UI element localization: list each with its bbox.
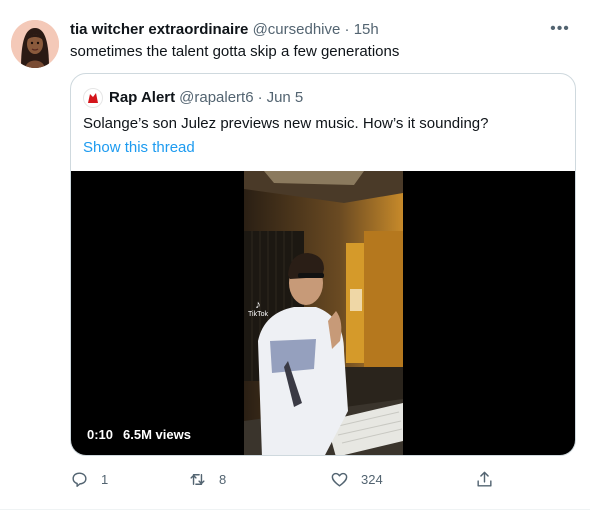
display-name[interactable]: tia witcher extraordinaire [70, 21, 248, 38]
tiktok-label: TikTok [248, 311, 268, 318]
separator: · [257, 89, 263, 106]
reply-count: 1 [101, 471, 109, 487]
like-icon [331, 472, 348, 487]
quoted-date: Jun 5 [266, 89, 304, 106]
separator: · [344, 21, 350, 38]
retweet-icon [190, 473, 205, 485]
like-button[interactable]: 324 [330, 467, 383, 491]
video-elapsed-time: 0:10 [87, 427, 114, 442]
video-stats: 0:10 6.5M views [87, 427, 191, 443]
quoted-display-name: Rap Alert [109, 89, 176, 106]
quoted-tweet-header: Rap Alert @rapalert6 · Jun 5 [83, 88, 303, 108]
retweet-button[interactable]: 8 [188, 467, 226, 491]
rap-alert-logo [83, 88, 103, 108]
tiktok-icon: ♪ [255, 299, 261, 311]
share-icon [477, 471, 492, 487]
timestamp[interactable]: 15h [354, 21, 379, 38]
show-thread-link[interactable]: Show this thread [83, 138, 195, 158]
tweet[interactable]: tia witcher extraordinaire @cursedhive ·… [0, 0, 590, 510]
share-button[interactable] [475, 467, 506, 491]
quoted-user-handle: @rapalert6 [179, 89, 254, 106]
reply-button[interactable]: 1 [70, 467, 108, 491]
tweet-header: tia witcher extraordinaire @cursedhive ·… [70, 20, 379, 40]
avatar[interactable] [11, 20, 59, 68]
avatar-illustration [11, 20, 59, 68]
more-icon: ••• [550, 20, 570, 37]
like-count: 324 [361, 471, 383, 487]
more-button[interactable]: ••• [548, 18, 572, 40]
retweet-count: 8 [219, 471, 227, 487]
video-player[interactable]: ♪ TikTok 0:10 6.5M views [71, 171, 575, 455]
reply-icon [72, 471, 87, 487]
tweet-actions: 1 8 324 [70, 467, 510, 491]
quoted-tweet-text: Solange’s son Julez previews new music. … [83, 115, 489, 132]
user-handle[interactable]: @cursedhive [253, 21, 341, 38]
video-view-count: 6.5M views [123, 427, 191, 442]
tweet-text: sometimes the talent gotta skip a few ge… [70, 43, 400, 60]
quoted-tweet[interactable]: Rap Alert @rapalert6 · Jun 5 Solange’s s… [70, 73, 576, 456]
tiktok-watermark: ♪ TikTok [246, 299, 270, 319]
